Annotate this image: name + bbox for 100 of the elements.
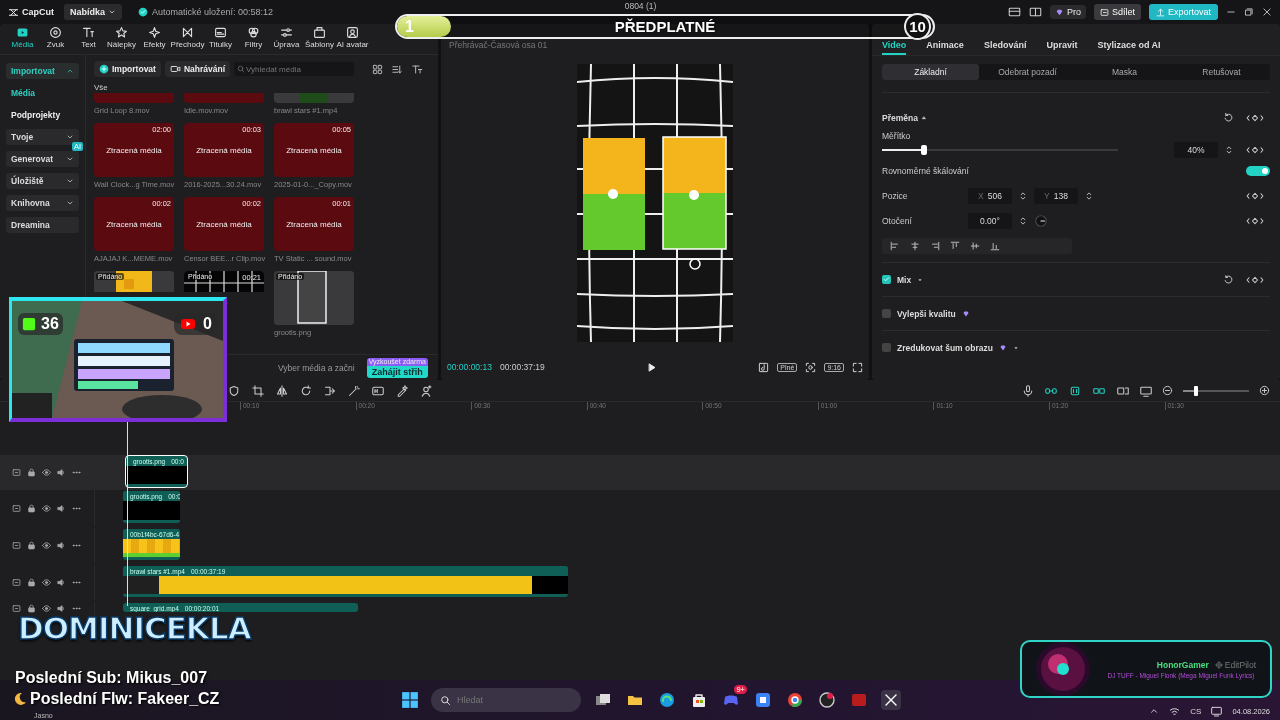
chevron-up-icon[interactable] bbox=[1149, 706, 1160, 716]
rotation-field[interactable]: 0.00° bbox=[968, 212, 1012, 229]
more-icon[interactable] bbox=[72, 578, 81, 587]
tool-tab[interactable]: Nálepky bbox=[105, 26, 138, 54]
sidebar-section[interactable]: Importovat bbox=[6, 63, 79, 79]
hd-icon[interactable] bbox=[372, 384, 384, 397]
share-button[interactable]: Sdílet bbox=[1093, 4, 1141, 20]
sub-tab[interactable]: Základní bbox=[882, 64, 979, 80]
crop-icon[interactable] bbox=[252, 384, 264, 397]
tool-tab[interactable]: AI avatar bbox=[336, 26, 369, 54]
dial-icon[interactable] bbox=[1034, 213, 1048, 228]
split-icon[interactable] bbox=[324, 384, 336, 397]
eye-icon[interactable] bbox=[42, 604, 51, 613]
inspector-tab[interactable]: Animace bbox=[926, 39, 964, 55]
sub-tab[interactable]: Retušovat bbox=[1173, 64, 1270, 80]
swirl-icon[interactable] bbox=[659, 692, 675, 708]
lock-icon[interactable] bbox=[27, 468, 36, 477]
more-icon[interactable] bbox=[72, 468, 81, 477]
zoom-in-icon[interactable] bbox=[1259, 385, 1270, 396]
focus-icon[interactable] bbox=[805, 361, 817, 373]
lock-icon[interactable] bbox=[27, 604, 36, 613]
eye-icon[interactable] bbox=[42, 578, 51, 587]
tool-tab[interactable]: Text bbox=[72, 26, 105, 54]
windows-stack-icon[interactable] bbox=[595, 692, 611, 708]
zoom-out-icon[interactable] bbox=[1162, 385, 1173, 396]
microphone-icon[interactable] bbox=[1022, 384, 1034, 397]
tool-tab[interactable]: Šablony bbox=[303, 26, 336, 54]
import-button[interactable]: Importovat bbox=[94, 61, 161, 77]
speaker-icon[interactable] bbox=[57, 468, 66, 477]
checkbox[interactable] bbox=[882, 309, 891, 318]
menu-button[interactable]: Nabídka bbox=[64, 4, 122, 20]
lock-icon[interactable] bbox=[27, 503, 36, 513]
lock-icon[interactable] bbox=[27, 578, 36, 587]
caret-down-icon[interactable] bbox=[917, 276, 924, 283]
bag-icon[interactable] bbox=[691, 692, 707, 708]
sidebar-dropdown[interactable]: Knihovna bbox=[6, 195, 79, 211]
close-icon[interactable] bbox=[1262, 7, 1272, 17]
checkbox[interactable] bbox=[882, 275, 891, 284]
align-toolbar[interactable] bbox=[882, 237, 1072, 254]
tool-tab[interactable]: Filtry bbox=[237, 26, 270, 54]
caret-down-icon[interactable] bbox=[1012, 344, 1019, 351]
slider-thumb[interactable] bbox=[921, 145, 928, 155]
speaker-icon[interactable] bbox=[57, 604, 66, 613]
inspector-tab[interactable]: Upravit bbox=[1046, 39, 1078, 55]
note-icon[interactable] bbox=[758, 361, 770, 373]
section-header[interactable]: Přeměna bbox=[882, 112, 927, 123]
split-view-icon[interactable] bbox=[1116, 384, 1130, 397]
rounded-tile-icon[interactable] bbox=[851, 692, 867, 708]
circle-app-icon[interactable] bbox=[819, 692, 835, 708]
app-tile-icon[interactable] bbox=[755, 692, 771, 708]
taskbar-search[interactable]: Hledat bbox=[431, 688, 581, 712]
shield-icon[interactable] bbox=[228, 384, 240, 397]
sidebar-item[interactable]: Dreamina bbox=[6, 217, 79, 233]
speaker-icon[interactable] bbox=[57, 503, 66, 513]
toggle-switch[interactable] bbox=[1246, 165, 1270, 176]
checkbox[interactable] bbox=[882, 343, 891, 352]
x-field[interactable]: X 506 bbox=[968, 187, 1012, 204]
eye-icon[interactable] bbox=[42, 541, 51, 550]
y-field[interactable]: Y 138 bbox=[1034, 187, 1078, 204]
search-field[interactable]: Vyhledat média bbox=[234, 62, 355, 76]
tool-tab[interactable]: Efekty bbox=[138, 26, 171, 54]
inspector-tab[interactable]: Stylizace od AI bbox=[1097, 39, 1161, 55]
pro-button[interactable]: Pro bbox=[1049, 5, 1086, 19]
tool-tab[interactable]: Média bbox=[6, 26, 39, 54]
sidebar-item[interactable]: Podprojekty bbox=[6, 107, 79, 123]
mirror-icon[interactable] bbox=[276, 384, 288, 397]
rotate-icon[interactable] bbox=[300, 384, 312, 397]
reset-icon[interactable] bbox=[1223, 274, 1234, 285]
sort-icon[interactable] bbox=[391, 63, 404, 75]
sub-tab[interactable]: Odebrat pozadí bbox=[979, 64, 1076, 80]
inspector-tab[interactable]: Video bbox=[882, 39, 907, 55]
fullscreen-icon[interactable] bbox=[852, 361, 863, 373]
sidebar-dropdown[interactable]: Generovat bbox=[6, 151, 79, 167]
sidebar-dropdown[interactable]: Úložiště bbox=[6, 173, 79, 189]
more-icon[interactable] bbox=[72, 604, 81, 613]
media-thumbnail[interactable] bbox=[94, 93, 174, 103]
magic-pen-icon[interactable] bbox=[396, 384, 408, 397]
wand-icon[interactable] bbox=[348, 384, 360, 397]
grid-view-icon[interactable] bbox=[372, 63, 384, 75]
browser-icon[interactable] bbox=[787, 692, 803, 708]
inspector-tab[interactable]: Sledování bbox=[983, 39, 1027, 55]
tool-tab[interactable]: Titulky bbox=[204, 26, 237, 54]
layout-split-icon[interactable] bbox=[1028, 6, 1042, 18]
language-indicator[interactable]: CS bbox=[1190, 706, 1202, 716]
preview-icon[interactable] bbox=[1140, 384, 1152, 397]
play-icon[interactable] bbox=[646, 361, 658, 373]
tool-tab[interactable]: Úprava bbox=[270, 26, 303, 54]
layout-icon[interactable] bbox=[1007, 6, 1021, 18]
media-thumbnail[interactable] bbox=[274, 93, 354, 103]
speaker-icon[interactable] bbox=[57, 578, 66, 587]
sidebar-dropdown[interactable]: Tvoje bbox=[6, 129, 79, 145]
zoom-thumb[interactable] bbox=[1194, 385, 1199, 396]
tool-tab[interactable]: Přechody bbox=[171, 26, 204, 54]
speaker-icon[interactable] bbox=[57, 541, 66, 550]
lock-icon[interactable] bbox=[27, 541, 36, 550]
scale-value[interactable]: 40% bbox=[1174, 142, 1218, 158]
windows-icon[interactable] bbox=[401, 691, 419, 709]
eye-icon[interactable] bbox=[42, 503, 51, 513]
tool-tab[interactable]: Zvuk bbox=[39, 26, 72, 54]
sub-tab[interactable]: Maska bbox=[1076, 64, 1173, 80]
